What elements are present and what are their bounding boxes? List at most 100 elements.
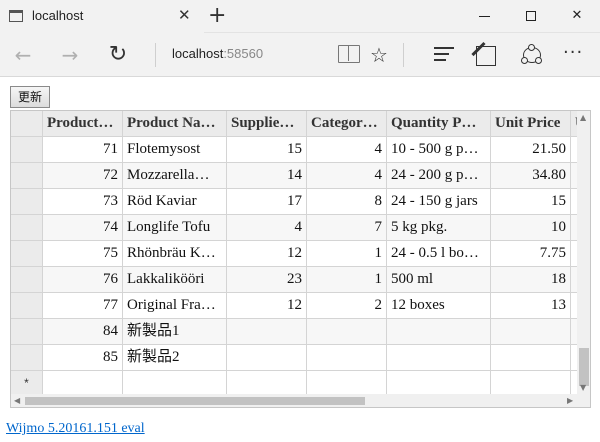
row-header[interactable]: [11, 137, 43, 163]
grid-cell[interactable]: 1: [307, 267, 387, 293]
grid-cell[interactable]: 76: [43, 267, 123, 293]
grid-cell[interactable]: [387, 345, 491, 371]
grid-cell[interactable]: 1: [307, 241, 387, 267]
tab-title: localhost: [32, 8, 84, 23]
vertical-scrollbar[interactable]: ▲ ▼: [577, 111, 590, 394]
grid-cell[interactable]: 23: [227, 267, 307, 293]
column-header[interactable]: Product…: [43, 111, 123, 137]
grid-cell[interactable]: 10 - 500 g p…: [387, 137, 491, 163]
grid-cell[interactable]: 84: [43, 319, 123, 345]
grid-cell[interactable]: 85: [43, 345, 123, 371]
grid-cell[interactable]: 14: [227, 163, 307, 189]
grid-cell[interactable]: 新製品2: [123, 345, 227, 371]
grid-cell[interactable]: Röd Kaviar: [123, 189, 227, 215]
grid-cell[interactable]: 新製品1: [123, 319, 227, 345]
grid-cell[interactable]: 500 ml: [387, 267, 491, 293]
row-header[interactable]: [11, 267, 43, 293]
grid-cell[interactable]: 24 - 0.5 l bo…: [387, 241, 491, 267]
vertical-scroll-thumb[interactable]: [579, 348, 589, 386]
grid-cell[interactable]: 24 - 200 g p…: [387, 163, 491, 189]
column-header[interactable]: Unit Price: [491, 111, 571, 137]
grid-cell[interactable]: Rhönbräu K…: [123, 241, 227, 267]
refresh-button[interactable]: ↻: [98, 33, 138, 77]
grid-cell[interactable]: 21.50: [491, 137, 571, 163]
grid-cell[interactable]: 12: [227, 241, 307, 267]
close-window-button[interactable]: ✕: [554, 0, 600, 32]
column-header[interactable]: Product Na…: [123, 111, 227, 137]
forward-button[interactable]: →: [50, 33, 90, 77]
scroll-left-icon[interactable]: ◀: [14, 394, 20, 407]
grid-cell[interactable]: Original Fra…: [123, 293, 227, 319]
grid-cell[interactable]: 4: [227, 215, 307, 241]
scroll-right-icon[interactable]: ▶: [567, 394, 573, 407]
grid-cell[interactable]: 5 kg pkg.: [387, 215, 491, 241]
wijmo-eval-link[interactable]: Wijmo 5.20161.151 eval: [6, 421, 145, 437]
grid-cell[interactable]: 24 - 150 g jars: [387, 189, 491, 215]
browser-tab[interactable]: localhost ✕: [0, 0, 204, 33]
grid-cell[interactable]: [491, 345, 571, 371]
grid-cell[interactable]: 73: [43, 189, 123, 215]
grid-cell[interactable]: [387, 319, 491, 345]
column-header[interactable]: Quantity P…: [387, 111, 491, 137]
grid-cell[interactable]: 15: [491, 189, 571, 215]
grid-cell[interactable]: 74: [43, 215, 123, 241]
address-bar[interactable]: localhost:58560: [172, 46, 263, 61]
grid-cell[interactable]: Flotemysost: [123, 137, 227, 163]
maximize-button[interactable]: [508, 0, 554, 32]
grid-cell[interactable]: Mozzarella…: [123, 163, 227, 189]
grid-cell[interactable]: 71: [43, 137, 123, 163]
grid-cell[interactable]: 7: [307, 215, 387, 241]
grid-cell[interactable]: 4: [307, 163, 387, 189]
row-header[interactable]: [11, 319, 43, 345]
grid-cell[interactable]: 17: [227, 189, 307, 215]
product-grid[interactable]: Product… Product Na… Supplie… Categor… Quant…: [10, 110, 591, 408]
address-port: :58560: [223, 46, 264, 61]
row-header[interactable]: [11, 215, 43, 241]
row-header[interactable]: [11, 163, 43, 189]
grid-cell[interactable]: 15: [227, 137, 307, 163]
hub-icon[interactable]: [434, 47, 454, 61]
row-header[interactable]: [11, 189, 43, 215]
scroll-up-icon[interactable]: ▲: [580, 113, 586, 122]
grid-cell[interactable]: 13: [491, 293, 571, 319]
grid-cell[interactable]: 34.80: [491, 163, 571, 189]
favorite-star-icon[interactable]: ☆: [370, 33, 388, 77]
grid-cell[interactable]: 12: [227, 293, 307, 319]
grid-cell[interactable]: 7.75: [491, 241, 571, 267]
grid-cell[interactable]: 72: [43, 163, 123, 189]
close-tab-icon[interactable]: ✕: [178, 6, 191, 24]
more-menu-icon[interactable]: ···: [563, 33, 583, 73]
back-button[interactable]: ←: [3, 33, 43, 77]
row-header[interactable]: [11, 293, 43, 319]
update-button[interactable]: 更新: [10, 86, 50, 108]
grid-cell[interactable]: 2: [307, 293, 387, 319]
grid-cell[interactable]: [227, 319, 307, 345]
scroll-down-icon[interactable]: ▼: [580, 383, 586, 392]
web-note-icon[interactable]: [476, 43, 498, 66]
grid-cell[interactable]: 8: [307, 189, 387, 215]
grid-cell[interactable]: Longlife Tofu: [123, 215, 227, 241]
grid-cell[interactable]: 10: [491, 215, 571, 241]
column-header[interactable]: Supplie…: [227, 111, 307, 137]
browser-toolbar: ← → ↻ localhost:58560 ☆ ···: [0, 33, 600, 77]
grid-cell[interactable]: [227, 345, 307, 371]
horizontal-scrollbar[interactable]: ◀ ▶: [11, 394, 577, 407]
grid-cell[interactable]: Lakkalikööri: [123, 267, 227, 293]
horizontal-scroll-thumb[interactable]: [25, 397, 365, 405]
grid-cell[interactable]: 77: [43, 293, 123, 319]
new-tab-button[interactable]: +: [208, 3, 226, 29]
grid-cell[interactable]: 12 boxes: [387, 293, 491, 319]
grid-cell[interactable]: 18: [491, 267, 571, 293]
grid-cell[interactable]: [307, 345, 387, 371]
grid-top-left-cell[interactable]: [11, 111, 43, 137]
row-header[interactable]: [11, 241, 43, 267]
grid-cell[interactable]: [307, 319, 387, 345]
grid-cell[interactable]: [491, 319, 571, 345]
column-header[interactable]: Categor…: [307, 111, 387, 137]
grid-cell[interactable]: 4: [307, 137, 387, 163]
share-icon[interactable]: [521, 44, 543, 66]
grid-cell[interactable]: 75: [43, 241, 123, 267]
row-header[interactable]: [11, 345, 43, 371]
reading-view-icon[interactable]: [338, 45, 360, 63]
minimize-button[interactable]: [462, 0, 508, 32]
